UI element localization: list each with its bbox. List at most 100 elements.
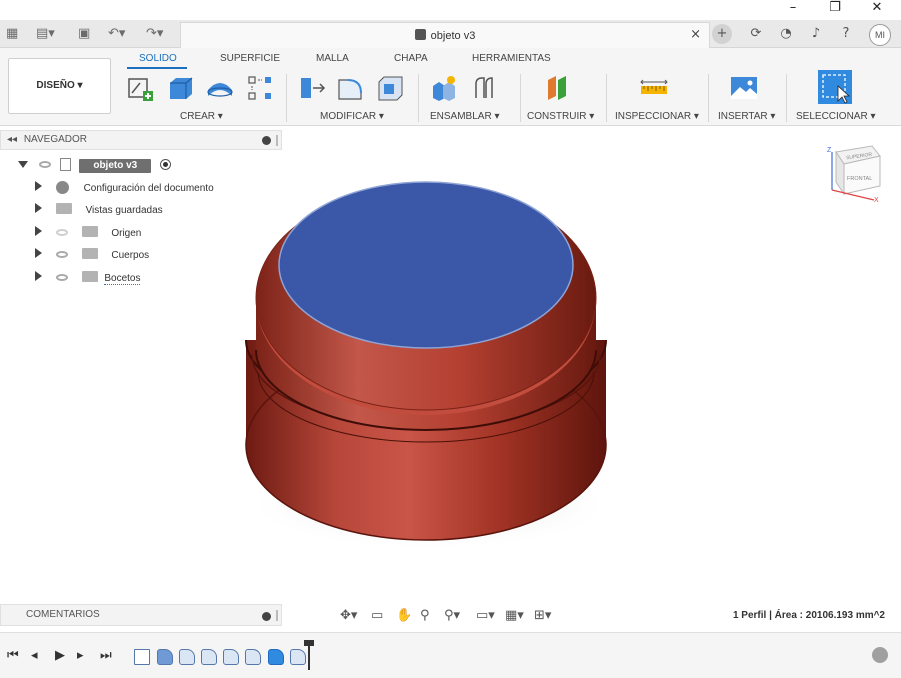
expand-icon[interactable] [35,271,42,281]
timeline-feature-fillet[interactable] [290,649,306,665]
expand-icon[interactable] [35,248,42,258]
help-icon[interactable]: ? [836,24,856,44]
panel-resize-handle[interactable] [276,610,278,621]
pin-icon[interactable] [262,136,271,145]
press-pull-icon[interactable] [298,74,326,102]
visibility-icon[interactable] [55,274,68,281]
group-seleccionar[interactable]: SELECCIONAR ▾ [796,111,875,122]
axis-x-label: X [874,197,879,202]
tree-item-origin[interactable]: Origen [35,224,141,244]
browser-header[interactable]: ◂◂ NAVEGADOR [0,130,282,150]
joint-icon[interactable] [470,74,498,102]
grid-settings-icon[interactable]: ▦▾ [505,608,524,624]
minimize-button[interactable]: – [778,0,808,18]
panel-resize-handle[interactable] [276,135,278,146]
create-sketch-icon[interactable] [126,74,154,102]
extrude-icon[interactable] [166,74,194,102]
tree-item-label: Origen [111,228,142,239]
measure-icon[interactable] [640,74,668,102]
tree-item-document-settings[interactable]: Configuración del documento [35,179,214,199]
visibility-icon[interactable] [55,251,68,258]
insert-image-icon[interactable] [730,74,758,102]
expand-icon[interactable] [35,226,42,236]
viewports-icon[interactable]: ⊞▾ [534,608,551,624]
expand-icon[interactable] [35,203,42,213]
revolve-icon[interactable] [206,74,234,102]
tab-chapa[interactable]: CHAPA [394,53,428,64]
tree-item-bodies[interactable]: Cuerpos [35,246,149,266]
fit-icon[interactable]: ⚲▾ [444,608,460,624]
look-at-icon[interactable]: ▭ [371,608,383,624]
file-icon[interactable]: ▤▾ [36,25,55,43]
job-status-icon[interactable]: ◔ [776,24,796,44]
step-forward-icon[interactable]: ▸ [77,648,84,663]
hidden-eye-icon[interactable] [55,229,68,236]
group-construir[interactable]: CONSTRUIR ▾ [527,111,594,122]
collapse-icon[interactable]: ◂◂ [7,134,17,145]
go-to-start-icon[interactable]: ⏮ [7,648,19,663]
viewcube-front-label: FRONTAL [847,176,872,182]
shell-icon[interactable] [376,74,404,102]
user-avatar[interactable]: MI [869,24,891,46]
timeline-settings-gear-icon[interactable] [872,647,888,663]
expand-icon[interactable] [18,161,28,168]
tree-root[interactable]: objeto v3 [18,156,172,176]
selection-status: 1 Perfil | Área : 20106.193 mm^2 [732,610,885,621]
viewcube[interactable]: SUPERIOR FRONTAL Z X [826,142,882,202]
group-insertar[interactable]: INSERTAR ▾ [718,111,775,122]
new-component-icon[interactable] [430,74,458,102]
activate-radio[interactable] [160,159,172,170]
timeline-feature-sketch[interactable] [134,649,150,665]
tree-item-label: Vistas guardadas [85,205,163,216]
tree-item-label: Bocetos [104,273,141,285]
timeline-marker[interactable] [304,640,314,670]
tab-malla[interactable]: MALLA [316,53,349,64]
timeline-feature-fillet[interactable] [245,649,261,665]
tab-solido[interactable]: SOLIDO [139,53,177,64]
save-icon[interactable]: ▣ [78,25,90,43]
close-tab-icon[interactable]: × [690,27,701,42]
zoom-icon[interactable]: ⚲ [420,608,430,624]
step-back-icon[interactable]: ◂ [31,648,38,663]
separator [708,74,709,122]
workspace-dropdown[interactable]: DISEÑO ▾ [8,58,111,114]
document-tab[interactable]: objeto v3 × [180,22,710,48]
tab-superficie[interactable]: SUPERFICIE [220,53,280,64]
play-icon[interactable]: ▶ [55,648,65,663]
go-to-end-icon[interactable]: ⏭ [100,648,112,663]
document-title: objeto v3 [430,30,476,42]
tab-herramientas[interactable]: HERRAMIENTAS [472,53,551,64]
grid-icon[interactable]: ▦ [6,25,18,43]
group-crear[interactable]: CREAR ▾ [180,111,223,122]
timeline-feature-fillet[interactable] [201,649,217,665]
display-settings-icon[interactable]: ▭▾ [476,608,495,624]
expand-icon[interactable] [35,181,42,191]
timeline-feature-selected[interactable] [268,649,284,665]
offset-plane-icon[interactable] [544,74,572,102]
comments-panel[interactable]: COMENTARIOS [0,604,282,626]
redo-icon[interactable]: ↷▾ [146,25,163,43]
timeline-feature-revolve[interactable] [157,649,173,665]
tree-item-named-views[interactable]: Vistas guardadas [35,201,163,221]
group-ensamblar[interactable]: ENSAMBLAR ▾ [430,111,499,122]
fillet-icon[interactable] [336,74,364,102]
pan-icon[interactable]: ✋ [396,608,412,624]
group-inspeccionar[interactable]: INSPECCIONAR ▾ [615,111,699,122]
undo-icon[interactable]: ↶▾ [108,25,125,43]
selected-top-face [278,181,574,349]
visibility-icon[interactable] [38,161,51,168]
group-modificar[interactable]: MODIFICAR ▾ [320,111,384,122]
restore-button[interactable]: ❐ [820,0,850,18]
select-icon[interactable] [818,70,852,104]
timeline-feature-fillet[interactable] [223,649,239,665]
separator [520,74,521,122]
close-window-button[interactable]: ✕ [862,0,892,18]
extensions-icon[interactable]: ⟳ [746,24,766,44]
add-comment-icon[interactable] [262,612,271,621]
pattern-icon[interactable] [246,74,274,102]
orbit-icon[interactable]: ✥▾ [340,608,357,624]
new-tab-icon[interactable]: + [712,24,732,44]
tree-item-sketches[interactable]: Bocetos [35,269,141,289]
timeline-feature-fillet[interactable] [179,649,195,665]
notifications-icon[interactable]: ♪ [806,24,826,44]
